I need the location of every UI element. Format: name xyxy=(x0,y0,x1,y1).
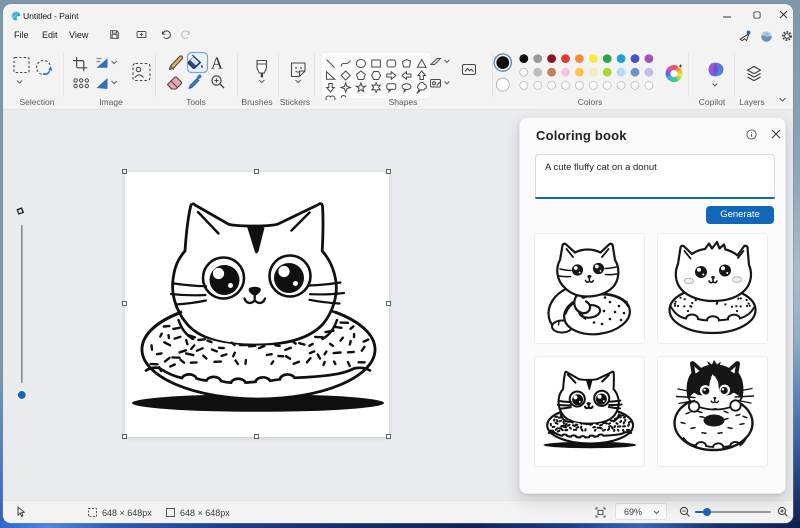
svg-text:A: A xyxy=(211,54,223,73)
